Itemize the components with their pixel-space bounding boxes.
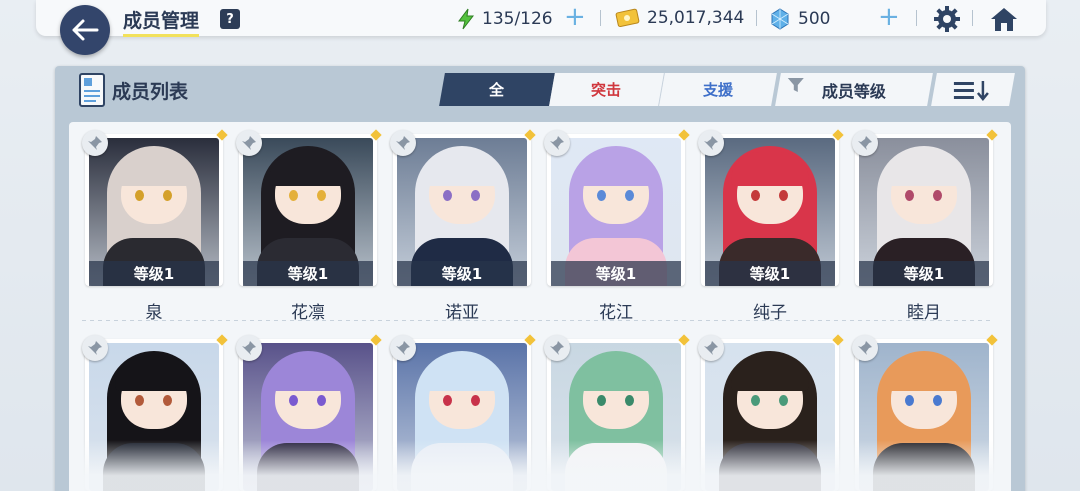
filter-tabs: 全 突击 支援 xyxy=(439,73,777,106)
student-level: 等级1 xyxy=(705,261,835,286)
pin-icon[interactable] xyxy=(698,335,724,361)
student-portrait xyxy=(89,343,219,491)
student-card[interactable] xyxy=(698,334,844,491)
gear-icon xyxy=(934,6,960,32)
home-icon xyxy=(991,8,1017,31)
pin-icon[interactable] xyxy=(852,335,878,361)
student-level: 等级1 xyxy=(89,261,219,286)
credit-icon xyxy=(615,8,640,28)
student-card[interactable]: 等级1 xyxy=(82,129,228,286)
student-card[interactable]: 等级1 xyxy=(236,129,382,286)
page-title: 成员管理 xyxy=(123,6,200,37)
pin-icon[interactable] xyxy=(236,335,262,361)
ap-display: 135/126 xyxy=(456,8,553,30)
student-portrait xyxy=(243,343,373,491)
tab-all-label: 全 xyxy=(489,81,505,99)
student-portrait xyxy=(551,343,681,491)
ap-value: 135/126 xyxy=(482,9,553,29)
back-arrow-icon xyxy=(72,19,99,41)
pin-icon[interactable] xyxy=(390,130,416,156)
sort-dropdown[interactable]: 成员等级 xyxy=(775,73,933,106)
student-card[interactable]: 等级1 xyxy=(698,129,844,286)
sort-descending-icon xyxy=(954,80,989,101)
home-button[interactable] xyxy=(989,5,1019,33)
divider xyxy=(600,10,601,26)
sort-order-button[interactable] xyxy=(931,73,1015,106)
student-portrait xyxy=(705,343,835,491)
tab-all[interactable]: 全 xyxy=(439,73,555,106)
tab-special[interactable]: 支援 xyxy=(659,73,777,106)
student-card[interactable] xyxy=(544,334,690,491)
student-card[interactable]: 等级1 xyxy=(852,129,998,286)
pin-icon[interactable] xyxy=(82,335,108,361)
pyroxene-plus-button[interactable]: + xyxy=(878,4,900,30)
student-card[interactable] xyxy=(82,334,228,491)
tab-striker-label: 突击 xyxy=(591,81,622,99)
ap-plus-button[interactable]: + xyxy=(564,4,586,30)
tab-striker[interactable]: 突击 xyxy=(549,73,665,106)
tab-special-label: 支援 xyxy=(702,81,733,99)
divider xyxy=(972,10,973,26)
student-card[interactable]: 等级1 xyxy=(390,129,536,286)
pin-icon[interactable] xyxy=(544,130,570,156)
panel-title: 成员列表 xyxy=(112,81,189,103)
pyroxene-value: 500 xyxy=(798,9,831,29)
student-portrait xyxy=(397,343,527,491)
row-divider xyxy=(82,320,994,321)
help-button[interactable]: ? xyxy=(220,9,240,29)
credit-value: 25,017,344 xyxy=(647,8,745,28)
pin-icon[interactable] xyxy=(698,130,724,156)
pin-icon[interactable] xyxy=(544,335,570,361)
student-level: 等级1 xyxy=(397,261,527,286)
pin-icon[interactable] xyxy=(852,130,878,156)
pin-icon[interactable] xyxy=(236,130,262,156)
student-level: 等级1 xyxy=(551,261,681,286)
student-card[interactable] xyxy=(852,334,998,491)
lightning-icon xyxy=(458,8,475,30)
sort-label: 成员等级 xyxy=(821,81,886,101)
student-card[interactable] xyxy=(236,334,382,491)
settings-button[interactable] xyxy=(933,5,961,33)
student-portrait xyxy=(859,343,989,491)
roster-icon xyxy=(78,72,106,108)
student-card[interactable]: 等级1 xyxy=(544,129,690,286)
back-button[interactable] xyxy=(60,5,110,55)
pin-icon[interactable] xyxy=(82,130,108,156)
divider xyxy=(916,10,917,26)
student-card[interactable] xyxy=(390,334,536,491)
pyroxene-display: 500 xyxy=(770,8,830,30)
pyroxene-icon xyxy=(771,8,789,30)
student-level: 等级1 xyxy=(859,261,989,286)
student-level: 等级1 xyxy=(243,261,373,286)
divider xyxy=(756,10,757,26)
pin-icon[interactable] xyxy=(390,335,416,361)
filter-icon xyxy=(787,78,804,92)
credit-display: 25,017,344 xyxy=(615,8,744,28)
